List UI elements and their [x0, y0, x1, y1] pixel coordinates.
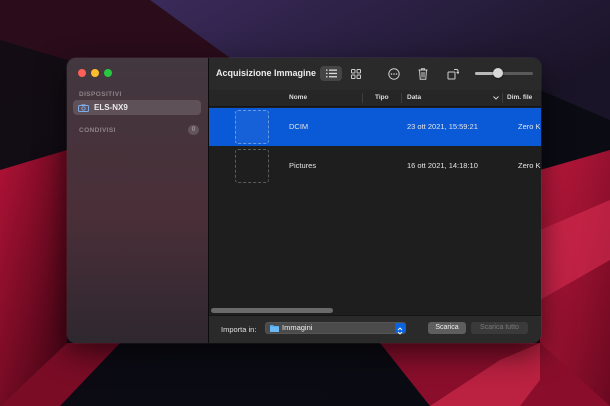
row-name: DCIM — [289, 122, 309, 131]
minimize-button[interactable] — [91, 69, 99, 77]
window-controls — [78, 69, 112, 77]
grid-view-icon — [351, 68, 361, 79]
slider-knob[interactable] — [493, 68, 504, 78]
folder-thumbnail — [235, 149, 269, 183]
trash-icon — [418, 67, 428, 80]
grid-view-button[interactable] — [345, 66, 367, 81]
close-button[interactable] — [78, 69, 86, 77]
download-all-button[interactable]: Scarica tutto — [471, 322, 528, 334]
import-label: Importa in: — [221, 325, 257, 334]
horizontal-scrollbar[interactable] — [211, 308, 541, 313]
zoom-button[interactable] — [104, 69, 112, 77]
thumbnail-size-slider[interactable] — [475, 68, 533, 78]
row-date: 16 ott 2021, 14:18:10 — [407, 161, 478, 170]
devices-section-header: DISPOSITIVI — [79, 91, 122, 98]
column-separator — [362, 93, 363, 103]
row-date: 23 ott 2021, 15:59:21 — [407, 122, 478, 131]
column-tipo[interactable]: Tipo — [375, 94, 389, 101]
sidebar: DISPOSITIVI ELS-NX9 CONDIVISI 0 — [67, 58, 209, 343]
camera-icon — [78, 103, 89, 112]
folder-icon — [270, 325, 279, 332]
row-size: Zero K — [518, 122, 541, 131]
scrollbar-thumb[interactable] — [211, 308, 333, 313]
sidebar-item-device[interactable]: ELS-NX9 — [73, 100, 201, 115]
destination-select[interactable]: Immagini — [265, 322, 406, 335]
row-name: Pictures — [289, 161, 317, 170]
more-actions-button[interactable] — [383, 66, 405, 81]
column-data[interactable]: Data — [407, 94, 421, 101]
column-dim-file[interactable]: Dim. file — [507, 94, 532, 101]
column-separator — [401, 93, 402, 103]
column-separator — [502, 93, 503, 103]
column-header: Nome Tipo Data Dim. file — [209, 90, 541, 107]
table-row[interactable]: DCIM 23 ott 2021, 15:59:21 Zero K — [209, 108, 541, 146]
delete-button[interactable] — [412, 66, 434, 81]
window-title: Acquisizione Immagine — [216, 68, 317, 78]
list-view-icon — [325, 69, 337, 78]
main-content: Acquisizione Immagine Nome Tipo Data Dim… — [209, 58, 541, 343]
toolbar: Acquisizione Immagine — [209, 58, 541, 90]
folder-thumbnail — [235, 110, 269, 144]
list-view-button[interactable] — [320, 66, 342, 81]
import-bar: Importa in: Immagini Scarica Scarica tut… — [209, 315, 541, 343]
device-label: ELS-NX9 — [94, 103, 128, 112]
row-size: Zero K — [518, 161, 541, 170]
ellipsis-circle-icon — [388, 67, 400, 80]
rotate-icon — [447, 68, 459, 79]
destination-value: Immagini — [282, 323, 313, 332]
shared-section-header: CONDIVISI — [79, 127, 116, 134]
rotate-button[interactable] — [442, 66, 464, 81]
column-nome[interactable]: Nome — [289, 94, 307, 101]
chevron-down-icon — [493, 96, 499, 100]
table-row[interactable]: Pictures 16 ott 2021, 14:18:10 Zero K — [209, 147, 541, 185]
image-capture-window: DISPOSITIVI ELS-NX9 CONDIVISI 0 Acquisiz… — [67, 58, 541, 343]
download-button[interactable]: Scarica — [428, 322, 466, 334]
shared-count-badge: 0 — [188, 125, 199, 135]
up-down-chevron-icon — [397, 327, 403, 335]
dropdown-stepper[interactable] — [395, 323, 405, 335]
